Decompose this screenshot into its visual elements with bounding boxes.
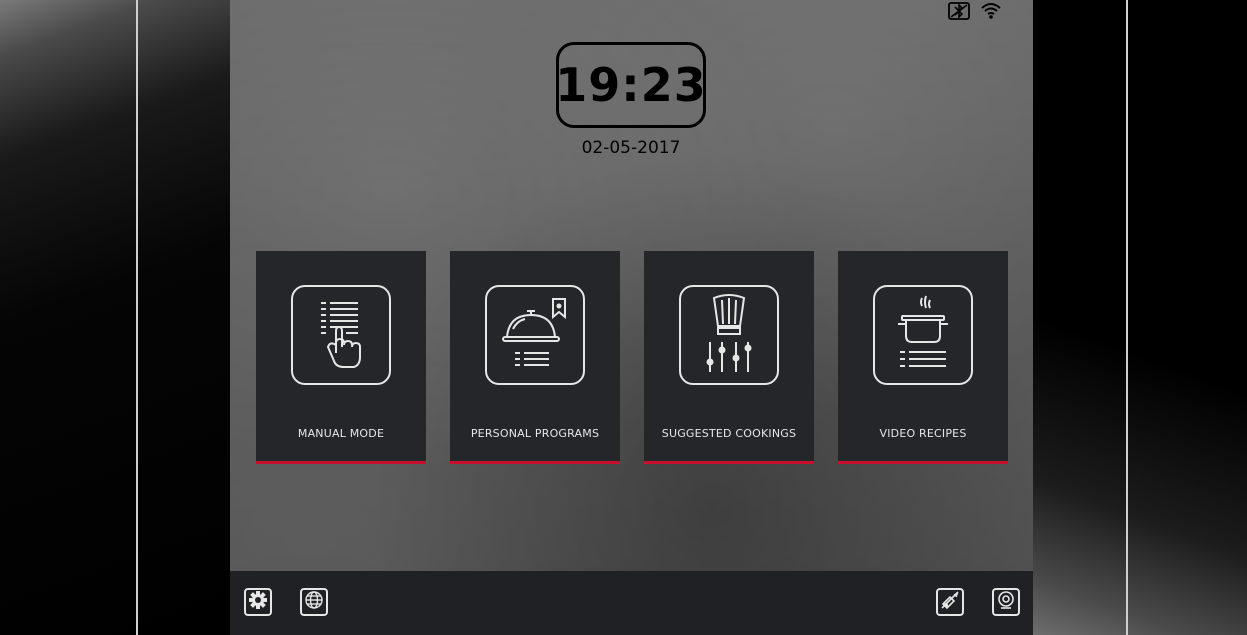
chef-hat-sliders-icon xyxy=(679,285,779,385)
cloche-bookmark-icon xyxy=(485,285,585,385)
bluetooth-off-icon xyxy=(948,2,970,24)
manual-mode-label: MANUAL MODE xyxy=(297,427,385,440)
bezel-right xyxy=(1033,0,1247,635)
video-recipes-tile[interactable]: VIDEO RECIPES xyxy=(838,251,1008,464)
bezel-divider xyxy=(136,0,138,635)
language-button[interactable] xyxy=(300,588,328,616)
video-recipes-label: VIDEO RECIPES xyxy=(879,427,967,440)
camera-off-icon xyxy=(940,590,960,614)
steaming-pot-icon xyxy=(873,285,973,385)
personal-programs-tile[interactable]: PERSONAL PROGRAMS xyxy=(450,251,620,464)
bottom-bar xyxy=(230,571,1033,635)
language-globe-icon xyxy=(304,590,324,614)
oven-screen: 19:23 02-05-2017 MANUAL MODE PERSONAL PR… xyxy=(230,0,1033,635)
suggested-cookings-tile[interactable]: SUGGESTED COOKINGS xyxy=(644,251,814,464)
status-icons xyxy=(948,2,1002,24)
webcam-icon xyxy=(996,590,1016,614)
camera-off-button[interactable] xyxy=(936,588,964,616)
suggested-cookings-label: SUGGESTED COOKINGS xyxy=(661,427,797,440)
clock-time: 19:23 xyxy=(555,42,706,128)
settings-gear-icon xyxy=(248,590,268,614)
bezel-divider xyxy=(1126,0,1128,635)
settings-button[interactable] xyxy=(244,588,272,616)
webcam-button[interactable] xyxy=(992,588,1020,616)
clock-date: 02-05-2017 xyxy=(581,138,681,158)
manual-mode-icon xyxy=(291,285,391,385)
bezel-left xyxy=(0,0,230,635)
wifi-icon xyxy=(980,2,1002,24)
manual-mode-tile[interactable]: MANUAL MODE xyxy=(256,251,426,464)
personal-programs-label: PERSONAL PROGRAMS xyxy=(470,427,600,440)
